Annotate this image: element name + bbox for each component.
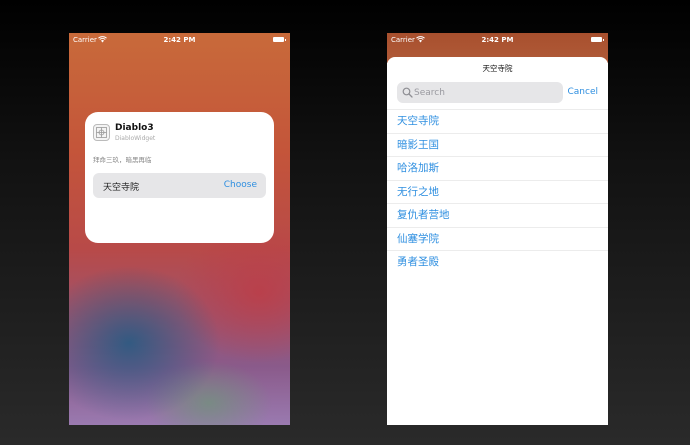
parameter-row[interactable]: 天空寺院 Choose [93,173,266,198]
list-item[interactable]: 无行之地 [387,181,608,204]
widget-description: 拜命三玖，暗黑再临 [93,156,152,164]
status-time: 2:42 PM [481,36,514,44]
status-bar: Carrier 2:42 PM [69,33,290,47]
search-icon [402,87,413,98]
list-item[interactable]: 天空寺院 [387,110,608,134]
choose-button[interactable]: Choose [224,180,257,190]
widget-config-card: Diablo3 DiabloWidget 拜命三玖，暗黑再临 天空寺院 Choo… [85,112,274,243]
right-phone-screen: Carrier 2:42 PM 天空寺院 Cancel 天空寺院 暗影王国 哈洛… [387,33,608,425]
status-time: 2:42 PM [163,36,196,44]
list-item[interactable]: 复仇者营地 [387,204,608,228]
widget-title: Diablo3 [115,123,154,133]
battery-icon [273,37,286,42]
status-bar: Carrier 2:42 PM [387,33,608,47]
option-list: 天空寺院 暗影王国 哈洛加斯 无行之地 复仇者营地 仙塞学院 勇者圣殿 [387,109,608,275]
sheet-title: 天空寺院 [482,64,513,73]
battery-icon [591,37,604,42]
search-input[interactable] [414,84,559,101]
picker-sheet: 天空寺院 Cancel 天空寺院 暗影王国 哈洛加斯 无行之地 复仇者营地 仙塞… [387,57,608,425]
list-item[interactable]: 仙塞学院 [387,228,608,251]
parameter-value: 天空寺院 [103,183,140,193]
list-item[interactable]: 勇者圣殿 [387,251,608,275]
list-item[interactable]: 哈洛加斯 [387,157,608,181]
widget-subtitle: DiabloWidget [115,135,156,142]
cancel-button[interactable]: Cancel [568,87,599,97]
left-phone-screen: Carrier 2:42 PM Diablo3 DiabloWidget 拜命三… [69,33,290,425]
widget-app-icon [93,124,110,141]
search-bar[interactable] [397,82,563,103]
list-item[interactable]: 暗影王国 [387,134,608,157]
